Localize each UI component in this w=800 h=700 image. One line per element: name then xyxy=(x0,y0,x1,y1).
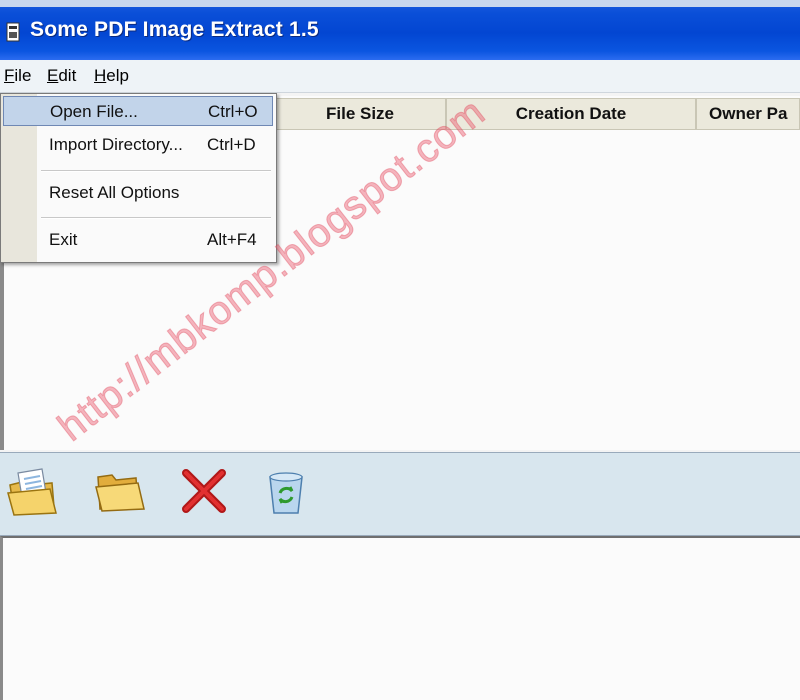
menu-item-label: Reset All Options xyxy=(49,183,180,202)
menu-edit-accel: E xyxy=(47,66,59,85)
menu-item-shortcut: Ctrl+D xyxy=(207,135,256,154)
menu-separator xyxy=(41,217,271,219)
menu-help-accel: H xyxy=(94,66,107,85)
menu-item-shortcut: Ctrl+O xyxy=(208,102,258,121)
window-title: Some PDF Image Extract 1.5 xyxy=(30,18,319,41)
file-menu-dropdown: Open File... Ctrl+O Import Directory... … xyxy=(0,93,277,263)
menu-separator xyxy=(41,170,271,172)
open-file-icon[interactable] xyxy=(4,463,60,519)
title-bar-top-strip xyxy=(0,0,800,7)
title-bar: Some PDF Image Extract 1.5 xyxy=(0,0,800,60)
recycle-bin-icon[interactable] xyxy=(258,463,314,519)
menu-item-label: Open File... xyxy=(50,102,138,121)
menu-file-accel: F xyxy=(4,66,15,85)
menu-item-exit[interactable]: Exit Alt+F4 xyxy=(3,225,273,255)
menu-help[interactable]: Help xyxy=(94,66,129,86)
menu-edit-label: dit xyxy=(58,66,77,85)
menu-edit[interactable]: Edit xyxy=(47,66,76,86)
menu-item-label: Import Directory... xyxy=(49,135,183,154)
menu-item-reset-all-options[interactable]: Reset All Options xyxy=(3,178,273,208)
menu-bar: File Edit Help xyxy=(0,60,800,93)
app-icon xyxy=(6,22,20,42)
toolbar xyxy=(0,452,800,536)
log-pane[interactable] xyxy=(0,536,800,700)
menu-item-import-directory[interactable]: Import Directory... Ctrl+D xyxy=(3,130,273,160)
menu-file-label: ile xyxy=(14,66,32,85)
menu-help-label: elp xyxy=(106,66,129,85)
menu-item-open-file[interactable]: Open File... Ctrl+O xyxy=(3,96,273,126)
column-header-owner-password[interactable]: Owner Pa xyxy=(696,98,800,130)
menu-item-shortcut: Alt+F4 xyxy=(207,230,257,249)
menu-item-label: Exit xyxy=(49,230,78,249)
delete-icon[interactable] xyxy=(176,463,232,519)
open-folder-icon[interactable] xyxy=(92,463,148,519)
menu-file[interactable]: File xyxy=(4,66,31,86)
